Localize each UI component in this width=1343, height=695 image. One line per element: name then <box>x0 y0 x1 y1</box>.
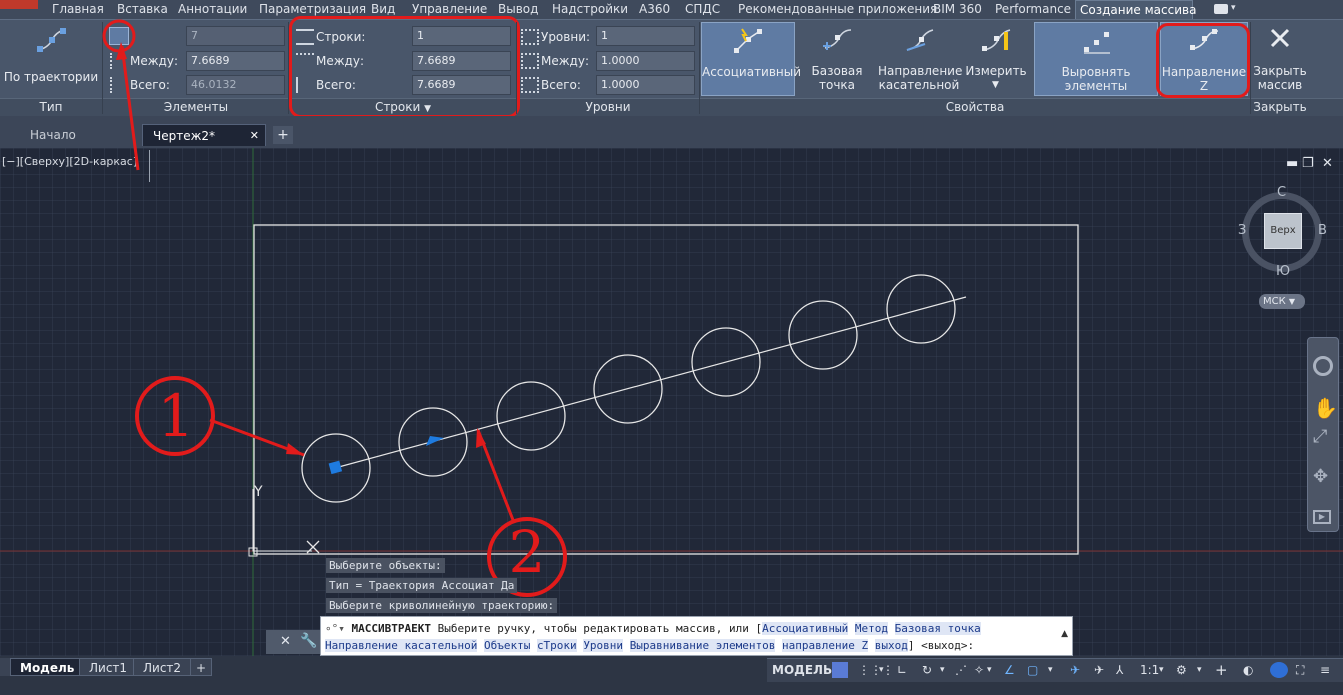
ucs-y-label: Y <box>254 484 263 500</box>
polar-icon[interactable]: ↻ <box>922 662 932 678</box>
hardware-acceleration-icon[interactable] <box>1270 662 1288 678</box>
layout-tab-scroll[interactable] <box>0 658 10 676</box>
grid-icon[interactable] <box>832 662 848 678</box>
option-associative[interactable]: Ассоциативный <box>762 622 849 635</box>
isodraft-icon[interactable]: ⋰ <box>955 662 967 678</box>
option-base-point[interactable]: Базовая точка <box>894 622 981 635</box>
wrench-icon[interactable]: 🔧 <box>300 633 317 649</box>
command-line[interactable]: ∘°▾ МАССИВТРАЕКТ Выберите ручку, чтобы р… <box>320 616 1073 656</box>
option-objects[interactable]: Объекты <box>483 639 531 652</box>
chevron-down-icon[interactable]: ▾ <box>987 662 992 678</box>
clean-screen-icon[interactable]: ⛶ <box>1296 662 1304 678</box>
chevron-down-icon[interactable]: ▾ <box>1159 662 1164 678</box>
annotation-arrowhead-1 <box>286 443 304 455</box>
option-method[interactable]: Метод <box>854 622 888 635</box>
option-z-direction[interactable]: направление Z <box>782 639 869 652</box>
auto-scale-icon[interactable]: ✈ <box>1094 662 1104 678</box>
base-grip[interactable] <box>328 460 343 475</box>
annotation-scale-value[interactable]: 1:1 <box>1140 662 1159 678</box>
menu-icon[interactable]: ≡ <box>1320 662 1330 678</box>
annotation-arrow-3 <box>120 45 140 171</box>
drawing-canvas <box>0 19 1343 656</box>
tab-layout2[interactable]: Лист2 <box>133 658 192 676</box>
model-space-button[interactable]: МОДЕЛЬ <box>772 662 832 678</box>
tab-layout1[interactable]: Лист1 <box>79 658 138 676</box>
chevron-down-icon[interactable]: ▾ <box>940 662 945 678</box>
chevron-down-icon[interactable]: ▾ <box>879 662 884 678</box>
command-name: МАССИВТРАЕКТ <box>351 622 431 635</box>
status-tray <box>767 658 1343 682</box>
tab-model[interactable]: Модель <box>10 658 85 676</box>
close-icon[interactable]: ✕ <box>280 634 291 649</box>
snap-icon[interactable]: ⋮⋮⋮ <box>858 662 894 678</box>
lineweight-icon[interactable]: ∠ <box>1004 662 1015 678</box>
chevron-down-icon[interactable]: ▾ <box>1197 662 1202 678</box>
annotation-scale-icon[interactable]: ⅄ <box>1116 662 1123 678</box>
plus-icon[interactable]: + <box>1215 662 1228 678</box>
option-levels[interactable]: Уровни <box>583 639 624 652</box>
rectangle-boundary[interactable] <box>253 224 1079 555</box>
command-line-row-1: ∘°▾ МАССИВТРАЕКТ Выберите ручку, чтобы р… <box>325 622 981 635</box>
command-history-line: Выберите криволинейную траекторию: <box>326 598 558 613</box>
command-prompt: Выберите ручку, чтобы редактировать масс… <box>430 622 763 635</box>
isolate-objects-icon[interactable]: ◐ <box>1243 662 1253 678</box>
command-icon: ∘°▾ <box>325 622 352 635</box>
command-line-row-2: Направление касательной Объекты сТроки У… <box>325 639 974 652</box>
new-layout-button[interactable]: + <box>190 658 213 676</box>
osnap-icon[interactable]: ✧ <box>974 662 984 678</box>
array-circle[interactable] <box>788 300 858 370</box>
command-history-line: Тип = Траектория Ассоциат Да <box>326 578 518 593</box>
command-history-line: Выберите объекты: <box>326 558 445 573</box>
command-line-toolbar: ✕ 🔧 <box>266 630 320 654</box>
annotation-circle-icon <box>102 19 136 53</box>
array-circle[interactable] <box>496 381 566 451</box>
transparency-icon[interactable]: ▢ <box>1027 662 1038 678</box>
option-tangent-direction[interactable]: Направление касательной <box>325 639 478 652</box>
ortho-icon[interactable]: ∟ <box>897 662 907 678</box>
annotation-number-1: 1 <box>157 382 195 450</box>
gear-icon[interactable]: ⚙ <box>1176 662 1187 678</box>
chevron-up-icon[interactable]: ▲ <box>1061 629 1068 639</box>
option-align-items[interactable]: Выравнивание элементов <box>629 639 776 652</box>
chevron-down-icon[interactable]: ▾ <box>1048 662 1053 678</box>
option-rows[interactable]: сТроки <box>536 639 577 652</box>
command-prompt-end: ] <выход>: <box>907 639 975 652</box>
direction-grip[interactable] <box>426 436 444 446</box>
annotation-visibility-icon[interactable]: ✈ <box>1070 662 1080 678</box>
option-exit[interactable]: выход <box>874 639 908 652</box>
